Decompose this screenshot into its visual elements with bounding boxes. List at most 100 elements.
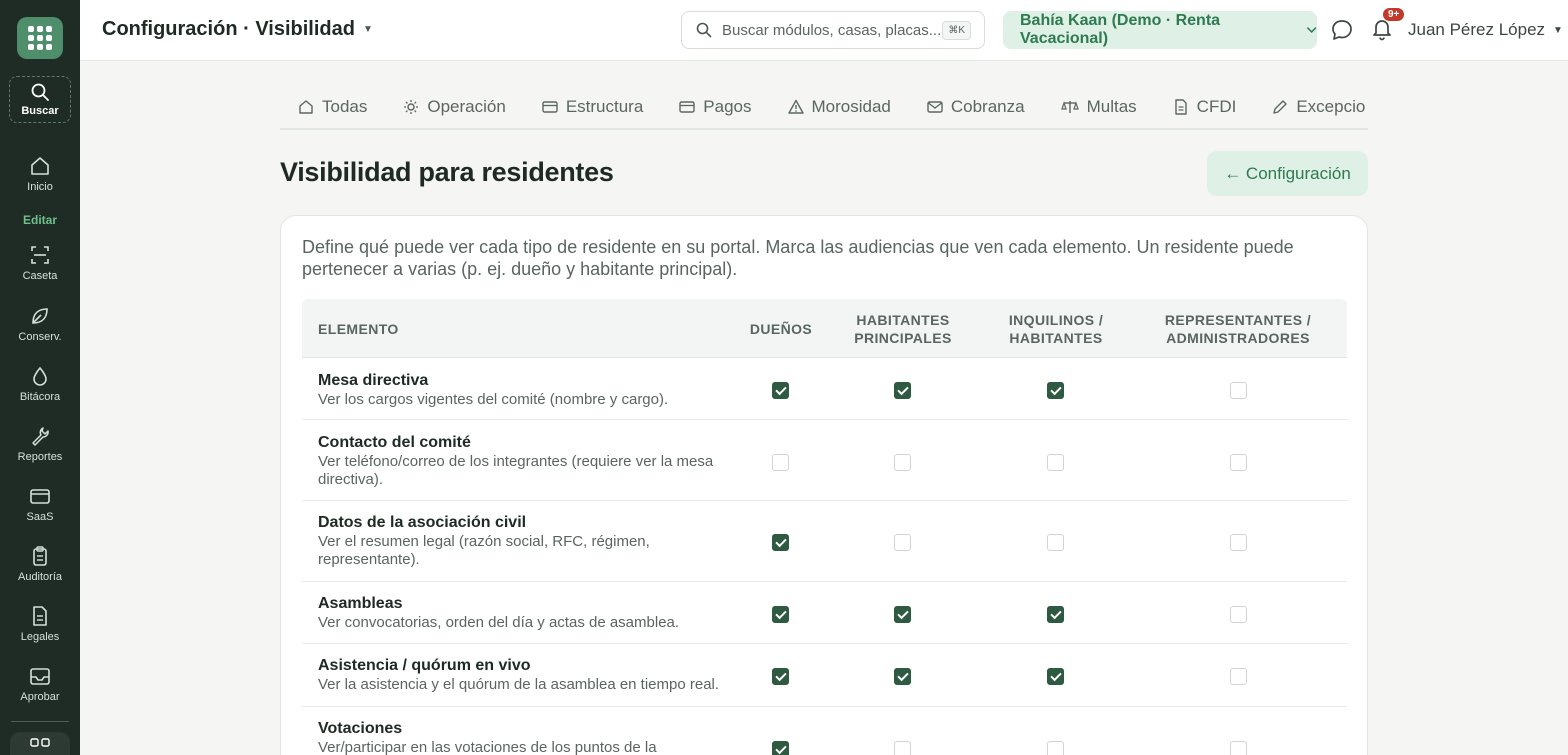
sidebar-item-reportes[interactable]: Reportes [0, 425, 80, 463]
messages-button[interactable] [1330, 18, 1354, 47]
sidebar-item-aprobar[interactable]: Aprobar [0, 665, 80, 703]
caret-down-icon: ▼ [1553, 24, 1563, 36]
checkbox-representantes[interactable] [1230, 741, 1247, 755]
intro-text: Define qué puede ver cada tipo de reside… [302, 237, 1294, 279]
section-title: Visibilidad para residentes [280, 157, 614, 187]
checkbox-representantes[interactable] [1230, 606, 1247, 623]
table-row: Contacto del comité Ver teléfono/correo … [302, 420, 1347, 501]
document-icon [33, 605, 47, 626]
tab-excepciones[interactable]: Excepcio [1272, 86, 1365, 128]
tab-pagos[interactable]: Pagos [679, 86, 752, 128]
sidebar-section-editar: Editar [22, 212, 57, 227]
checkbox-representantes[interactable] [1230, 534, 1247, 551]
sidebar-search-label: Buscar [21, 104, 59, 117]
checkbox-duenos[interactable] [772, 606, 789, 623]
tab-estructura[interactable]: Estructura [542, 86, 643, 128]
column-header-elemento: ELEMENTO [318, 320, 399, 337]
tab-label: Estructura [565, 97, 644, 116]
checkbox-duenos[interactable] [772, 534, 789, 551]
tab-label: Multas [1086, 97, 1137, 116]
row-name: Asambleas [318, 595, 403, 612]
sidebar-collapse-button[interactable] [10, 731, 70, 755]
mail-icon [927, 101, 943, 113]
sidebar-item-label: Bitácora [19, 390, 61, 403]
sidebar-search-button[interactable]: Buscar [9, 75, 71, 123]
app-logo[interactable] [17, 17, 63, 59]
page-title-dropdown[interactable]: Configuración · Visibilidad ▼ [102, 18, 373, 41]
checkbox-inquilinos[interactable] [1047, 606, 1064, 623]
notifications-button[interactable] [1370, 17, 1394, 46]
sidebar-item-label: Auditoría [17, 570, 63, 583]
row-description: Ver convocatorias, orden del día y actas… [318, 614, 680, 631]
sidebar-item-auditoria[interactable]: Auditoría [0, 545, 80, 583]
document-icon [1174, 99, 1187, 115]
warning-icon [787, 99, 804, 114]
sidebar-divider [11, 720, 69, 722]
tab-cobranza[interactable]: Cobranza [927, 86, 1025, 128]
card-icon [679, 101, 695, 113]
checkbox-habitantes-principales[interactable] [894, 606, 911, 623]
sidebar-item-saas[interactable]: SaaS [0, 485, 80, 523]
chevron-down-icon [1306, 27, 1317, 33]
checkbox-inquilinos[interactable] [1047, 741, 1064, 755]
sidebar-item-bitacora[interactable]: Bitácora [0, 365, 80, 403]
user-menu[interactable]: Juan Pérez López ▼ [1408, 20, 1563, 40]
visibility-table: ELEMENTO DUEÑOS HABITANTES PRINCIPALES I… [302, 299, 1347, 755]
table-row: Asistencia / quórum en vivo Ver la asist… [302, 644, 1347, 707]
notification-badge: 9+ [1383, 8, 1405, 21]
shortcut-hint: ⌘K [942, 21, 971, 40]
checkbox-habitantes-principales[interactable] [894, 534, 911, 551]
sidebar-item-label: Conserv. [18, 330, 62, 343]
sidebar-item-label: SaaS [26, 510, 54, 523]
checkbox-inquilinos[interactable] [1047, 382, 1064, 399]
sidebar-item-label: Caseta [22, 269, 58, 282]
search-input[interactable] [722, 21, 940, 39]
checkbox-duenos[interactable] [772, 668, 789, 685]
checkbox-representantes[interactable] [1230, 382, 1247, 399]
organization-name: Bahía Kaan (Demo · Renta Vacacional) [1020, 12, 1221, 47]
global-search[interactable]: ⌘K [681, 11, 985, 49]
column-header-duenos: DUEÑOS [749, 320, 813, 337]
caret-down-icon: ▼ [362, 24, 373, 35]
checkbox-inquilinos[interactable] [1047, 668, 1064, 685]
category-tabs: Todas Operación Estructura Pagos Morosid… [280, 86, 1368, 130]
sidebar-item-conserv[interactable]: Conserv. [0, 305, 80, 343]
sidebar-item-inicio[interactable]: Inicio [0, 155, 80, 193]
leaf-icon [32, 307, 48, 324]
table-row: Datos de la asociación civil Ver el resu… [302, 501, 1347, 582]
tab-morosidad[interactable]: Morosidad [787, 86, 891, 128]
checkbox-inquilinos[interactable] [1047, 454, 1064, 471]
row-description: Ver/participar en las votaciones de los … [318, 739, 657, 755]
tab-label: Cobranza [950, 97, 1025, 116]
checkbox-duenos[interactable] [772, 382, 789, 399]
checkbox-representantes[interactable] [1230, 454, 1247, 471]
column-header-representantes: REPRESENTANTES / ADMINISTRADORES [1164, 311, 1312, 346]
tab-label: Pagos [703, 97, 752, 116]
scale-icon [1060, 101, 1079, 113]
row-name: Votaciones [318, 720, 403, 737]
checkbox-habitantes-principales[interactable] [894, 668, 911, 685]
checkbox-duenos[interactable] [772, 454, 789, 471]
checkbox-duenos[interactable] [772, 741, 789, 755]
tab-todas[interactable]: Todas [298, 86, 367, 128]
pencil-icon [1273, 100, 1288, 114]
sidebar-item-label: Inicio [27, 180, 53, 193]
card-icon [30, 488, 50, 504]
sidebar-item-legales[interactable]: Legales [0, 605, 80, 643]
visibility-card: Define qué puede ver cada tipo de reside… [280, 215, 1368, 755]
tab-label: Todas [322, 97, 368, 116]
tab-operacion[interactable]: Operación [403, 86, 506, 128]
organization-select[interactable]: Bahía Kaan (Demo · Renta Vacacional) [1003, 11, 1317, 49]
checkbox-inquilinos[interactable] [1047, 534, 1064, 551]
tab-multas[interactable]: Multas [1060, 86, 1137, 128]
checkbox-habitantes-principales[interactable] [894, 741, 911, 755]
table-row: Asambleas Ver convocatorias, orden del d… [302, 582, 1347, 644]
checkbox-habitantes-principales[interactable] [894, 454, 911, 471]
checkbox-representantes[interactable] [1230, 668, 1247, 685]
sidebar-item-caseta[interactable]: Caseta [0, 244, 80, 282]
table-row: Votaciones Ver/participar en las votacio… [302, 707, 1347, 755]
checkbox-habitantes-principales[interactable] [894, 382, 911, 399]
back-to-configuration-button[interactable]: ← Configuración [1207, 151, 1368, 196]
row-description: Ver los cargos vigentes del comité (nomb… [318, 391, 669, 408]
tab-cfdi[interactable]: CFDI [1173, 86, 1236, 128]
